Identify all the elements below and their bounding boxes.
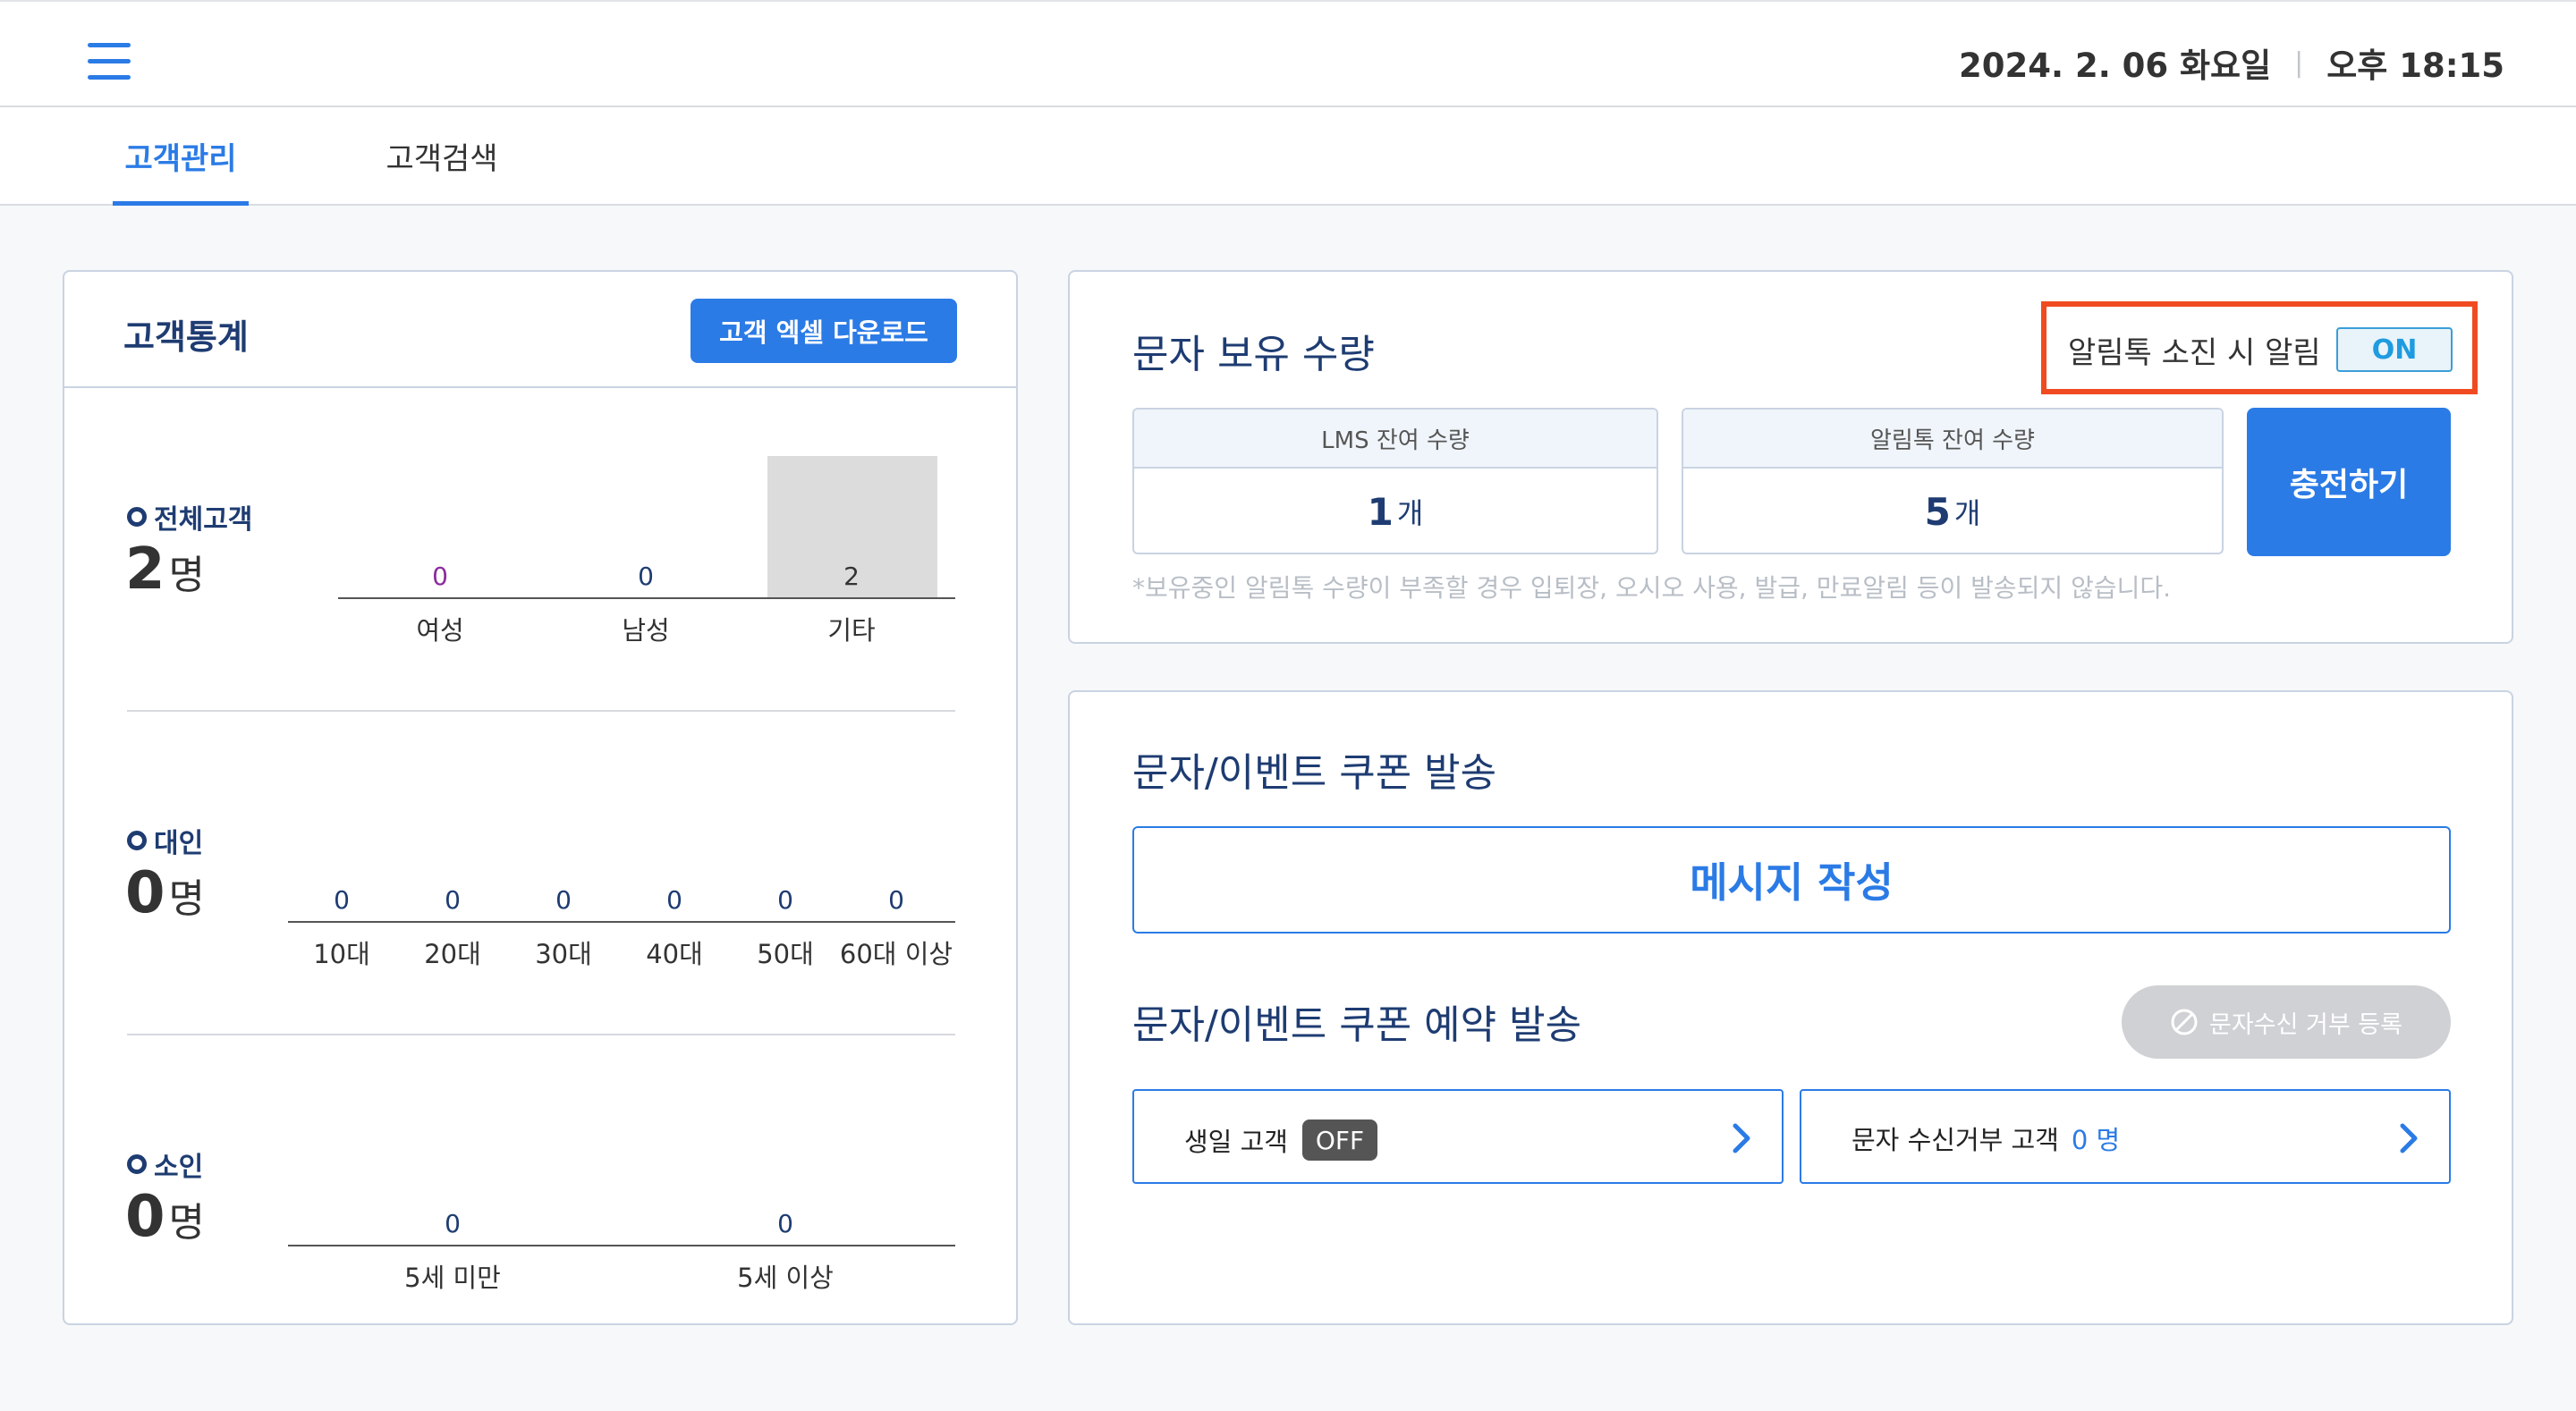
adult-count: 0명 — [125, 860, 205, 926]
total-customers-count: 2명 — [125, 537, 205, 603]
time-text: 오후 18:15 — [2326, 46, 2504, 85]
child-count-value: 0 — [125, 1184, 165, 1250]
alimtalk-alert-label: 알림톡 소진 시 알림 — [2068, 335, 2321, 371]
tab-customer-management[interactable]: 고객관리 — [113, 107, 249, 206]
value-40s: 0 — [666, 885, 682, 915]
category-male: 남성 — [622, 615, 670, 646]
child-count-unit: 명 — [168, 1200, 206, 1246]
alimtalk-remaining-value: 5개 — [1683, 469, 2222, 553]
ban-icon — [2171, 1009, 2198, 1035]
value-male: 0 — [638, 562, 654, 591]
datetime: 2024. 2. 06 화요일 | 오후 18:15 — [1959, 43, 2504, 85]
total-count-value: 2 — [125, 537, 165, 603]
sms-notice: *보유중인 알림톡 수량이 부족할 경우 입퇴장, 오시오 사용, 발급, 만료… — [1132, 573, 2172, 603]
reject-customer-label-wrap: 문자 수신거부 고객 0 명 — [1852, 1120, 2120, 1157]
bullet-ring-icon — [127, 1154, 147, 1174]
value-other: 2 — [843, 562, 860, 591]
adult-count-value: 0 — [125, 860, 165, 926]
total-customers-label: 전체고객 — [127, 497, 252, 537]
total-count-unit: 명 — [168, 553, 206, 598]
value-30s: 0 — [555, 885, 572, 915]
customer-stats-card: 고객통계 고객 엑셀 다운로드 전체고객 2명 0 0 2 여성 남성 기타 대… — [63, 270, 1018, 1325]
datetime-separator: | — [2294, 46, 2304, 79]
category-other: 기타 — [827, 615, 876, 646]
stats-divider — [127, 710, 955, 712]
stats-header: 고객통계 고객 엑셀 다운로드 — [64, 272, 1016, 388]
adult-label: 대인 — [127, 821, 203, 860]
alimtalk-alert-toggle[interactable]: ON — [2336, 327, 2453, 372]
birthday-toggle-badge[interactable]: OFF — [1301, 1120, 1377, 1161]
reject-customer-row[interactable]: 문자 수신거부 고객 0 명 — [1800, 1089, 2451, 1184]
child-count: 0명 — [125, 1184, 205, 1250]
bullet-ring-icon — [127, 507, 147, 527]
date-text: 2024. 2. 06 화요일 — [1959, 46, 2272, 85]
birthday-label-wrap: 생일 고객 OFF — [1184, 1120, 1377, 1161]
value-female: 0 — [432, 562, 448, 591]
alimtalk-remaining-label: 알림톡 잔여 수량 — [1683, 410, 2222, 469]
value-50s: 0 — [777, 885, 793, 915]
chevron-right-icon — [1733, 1123, 1750, 1153]
stats-title: 고객통계 — [123, 317, 249, 357]
value-5-plus: 0 — [777, 1209, 793, 1238]
tab-bar: 고객관리 고객검색 — [0, 107, 2576, 206]
alimtalk-remaining-box: 알림톡 잔여 수량 5개 — [1682, 408, 2224, 554]
chevron-right-icon — [2400, 1123, 2418, 1153]
lms-remaining-box: LMS 잔여 수량 1개 — [1132, 408, 1658, 554]
birthday-customer-row[interactable]: 생일 고객 OFF — [1132, 1089, 1784, 1184]
gender-axis — [338, 597, 955, 599]
alimtalk-value-unit: 개 — [1953, 496, 1981, 530]
excel-download-button[interactable]: 고객 엑셀 다운로드 — [691, 299, 957, 363]
sms-quantity-title: 문자 보유 수량 — [1132, 332, 1375, 377]
adult-count-unit: 명 — [168, 876, 206, 922]
sms-quantity-card: 문자 보유 수량 알림톡 소진 시 알림 ON LMS 잔여 수량 1개 알림톡… — [1068, 270, 2513, 644]
adult-label-text: 대인 — [154, 828, 204, 859]
age-axis — [288, 921, 955, 923]
birthday-label: 생일 고객 — [1184, 1127, 1288, 1157]
reject-register-label: 문자수신 거부 등록 — [2209, 1010, 2402, 1039]
category-under-5: 5세 미만 — [404, 1263, 501, 1293]
top-bar: 2024. 2. 06 화요일 | 오후 18:15 — [0, 0, 2576, 107]
value-60s-plus: 0 — [888, 885, 904, 915]
total-label-text: 전체고객 — [154, 504, 253, 536]
reject-customer-label: 문자 수신거부 고객 — [1852, 1125, 2059, 1155]
alimtalk-value-number: 5 — [1924, 489, 1951, 534]
write-message-button[interactable]: 메시지 작성 — [1132, 826, 2451, 934]
coupon-reserve-title: 문자/이벤트 쿠폰 예약 발송 — [1132, 1002, 1582, 1048]
stats-divider — [127, 1034, 955, 1035]
value-20s: 0 — [445, 885, 461, 915]
lms-remaining-label: LMS 잔여 수량 — [1134, 410, 1657, 469]
coupon-send-title: 문자/이벤트 쿠폰 발송 — [1132, 750, 1497, 796]
tab-customer-search[interactable]: 고객검색 — [374, 107, 510, 204]
child-label: 소인 — [127, 1145, 203, 1184]
reject-register-button[interactable]: 문자수신 거부 등록 — [2122, 985, 2451, 1059]
coupon-send-card: 문자/이벤트 쿠폰 발송 메시지 작성 문자/이벤트 쿠폰 예약 발송 문자수신… — [1068, 690, 2513, 1325]
category-female: 여성 — [416, 615, 464, 646]
alimtalk-alert-setting: 알림톡 소진 시 알림 ON — [2041, 301, 2478, 394]
reject-customer-count: 0 명 — [2071, 1125, 2121, 1155]
category-60s-plus: 60대 이상 — [839, 939, 953, 969]
hamburger-menu-icon[interactable] — [88, 41, 131, 80]
bullet-ring-icon — [127, 831, 147, 850]
child-axis — [288, 1245, 955, 1246]
lms-remaining-value: 1개 — [1134, 469, 1657, 553]
child-label-text: 소인 — [154, 1152, 204, 1183]
category-5-plus: 5세 이상 — [737, 1263, 834, 1293]
value-10s: 0 — [334, 885, 350, 915]
lms-value-number: 1 — [1367, 489, 1394, 534]
charge-button[interactable]: 충전하기 — [2247, 408, 2451, 556]
value-under-5: 0 — [445, 1209, 461, 1238]
lms-value-unit: 개 — [1396, 496, 1424, 530]
